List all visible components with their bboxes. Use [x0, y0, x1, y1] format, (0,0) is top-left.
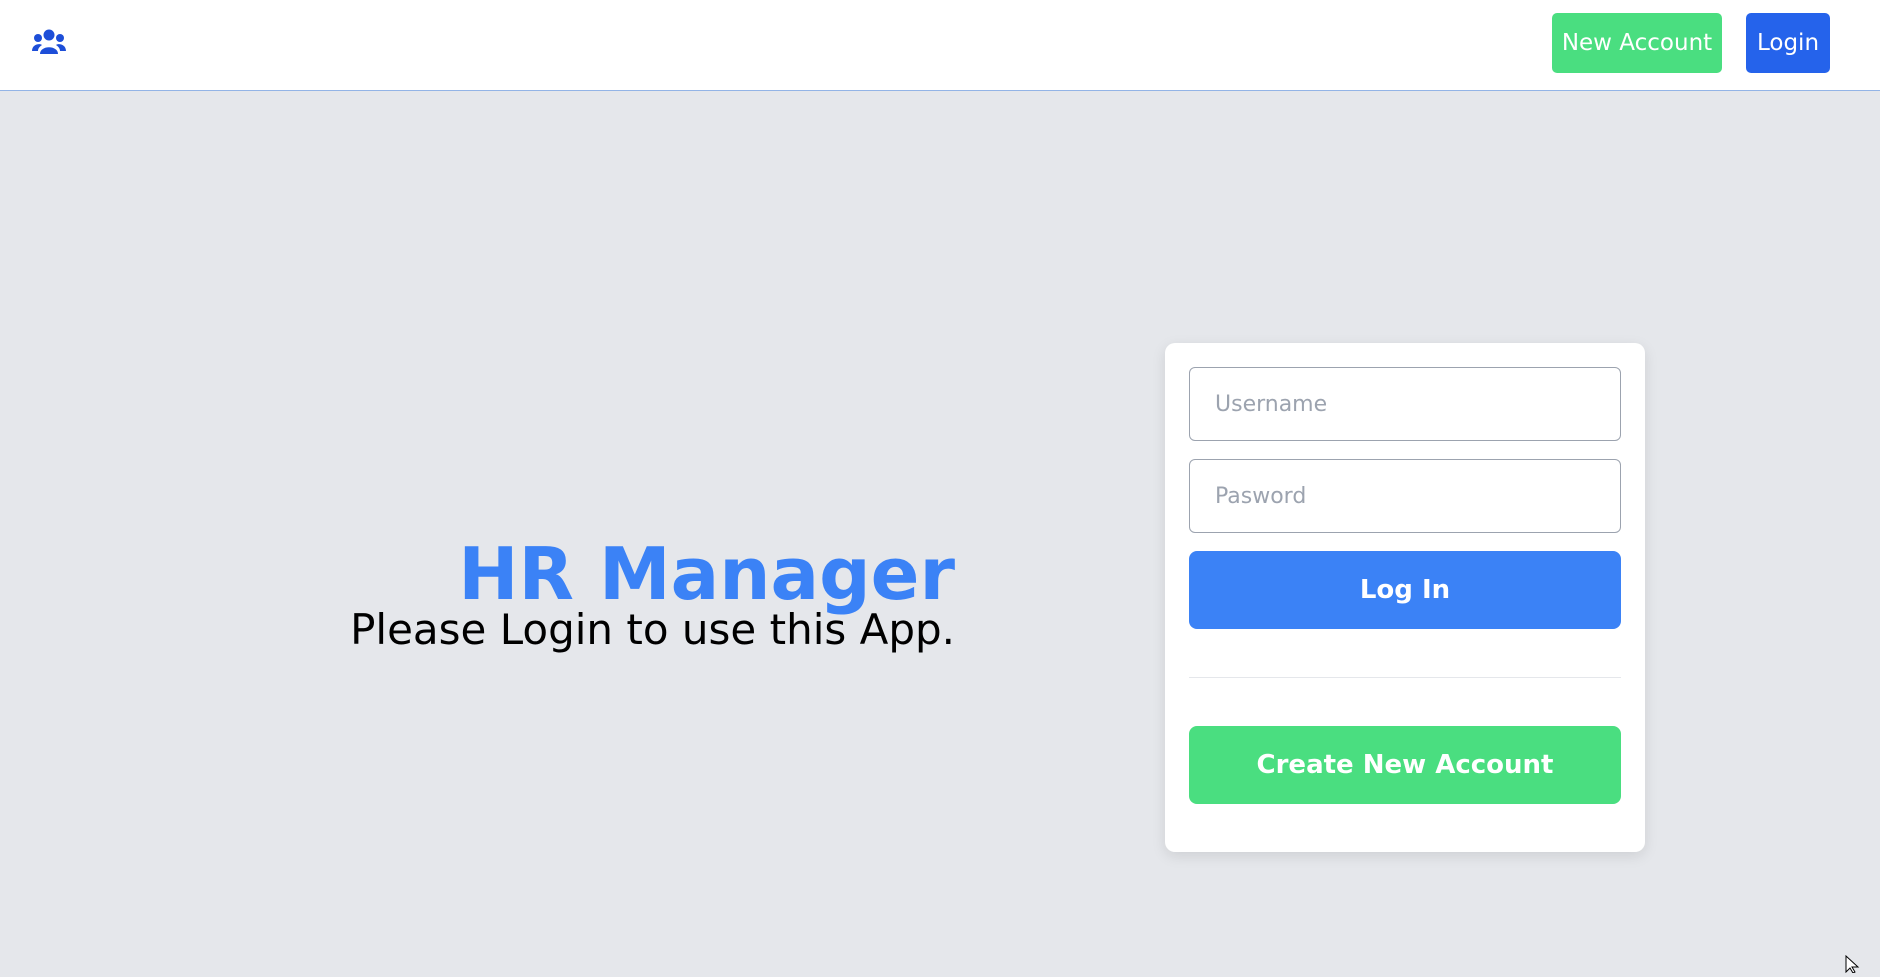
- login-nav-button[interactable]: Login: [1746, 13, 1830, 73]
- hero-section: HR Manager Please Login to use this App.: [350, 532, 955, 654]
- log-in-button[interactable]: Log In: [1189, 551, 1621, 629]
- top-navbar: New Account Login: [0, 0, 1880, 91]
- mouse-cursor-icon: [1845, 954, 1863, 974]
- login-card: Log In Create New Account: [1165, 343, 1645, 852]
- divider: [1189, 677, 1621, 678]
- app-title: HR Manager: [458, 532, 955, 616]
- new-account-button[interactable]: New Account: [1552, 13, 1722, 73]
- create-new-account-button[interactable]: Create New Account: [1189, 726, 1621, 804]
- login-prompt: Please Login to use this App.: [350, 605, 955, 654]
- username-input[interactable]: [1189, 367, 1621, 441]
- password-input[interactable]: [1189, 459, 1621, 533]
- users-icon[interactable]: [31, 28, 67, 58]
